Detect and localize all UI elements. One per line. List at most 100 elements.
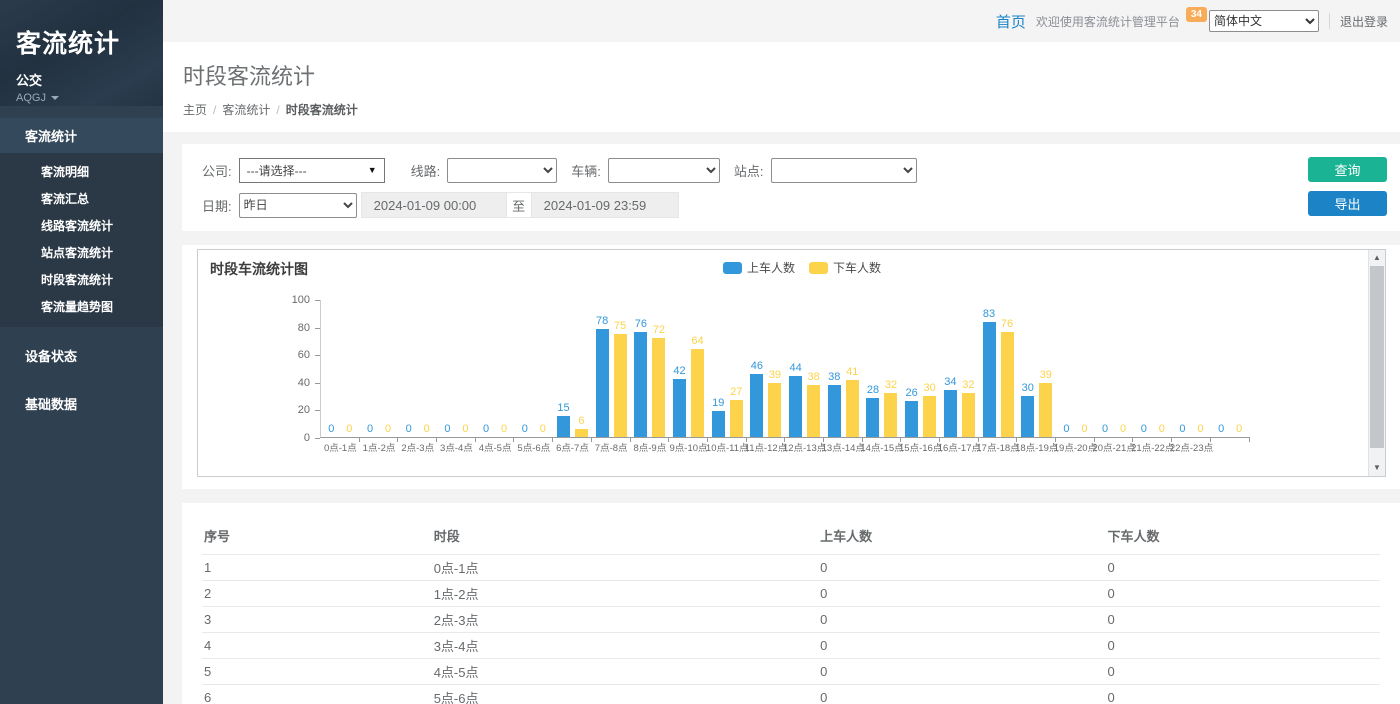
bar-wrap: 0 (459, 299, 472, 437)
sidebar-subitem-客流明细[interactable]: 客流明细 (0, 158, 163, 185)
x-tick-label: 11点-12点 (745, 440, 788, 454)
breadcrumb: 主页/客流统计/时段客流统计 (183, 101, 1380, 118)
caret-down-icon: ▼ (368, 165, 377, 175)
company-select-value: ---请选择--- (247, 162, 368, 179)
date-label: 日期: (202, 196, 232, 215)
bar-wrap: 76 (1001, 299, 1014, 437)
sidebar-subitem-客流量趋势图[interactable]: 客流量趋势图 (0, 293, 163, 320)
chart-plot: 000点-1点001点-2点002点-3点003点-4点004点-5点005点-… (320, 300, 1250, 438)
bar-value-label: 30 (1022, 382, 1034, 395)
legend-item[interactable]: 下车人数 (809, 259, 881, 276)
line-label: 线路: (411, 161, 441, 180)
table-cell: 6 (202, 685, 432, 704)
chart-category: 001点-2点 (360, 299, 399, 437)
breadcrumb-home[interactable]: 主页 (183, 103, 207, 117)
bar-group: 1927 (708, 299, 747, 437)
scroll-down-icon[interactable]: ▼ (1369, 460, 1385, 476)
chart-category: 002点-3点 (398, 299, 437, 437)
query-button[interactable]: 查询 (1308, 157, 1387, 182)
bar-wrap: 6 (575, 299, 588, 437)
chart-scrollbar[interactable]: ▲ ▼ (1368, 250, 1385, 476)
language-select[interactable]: 简体中文 (1209, 10, 1319, 32)
y-tick-mark (315, 410, 320, 411)
chart-title: 时段车流统计图 (210, 259, 308, 279)
date-to-input[interactable] (531, 192, 679, 218)
table-row: 43点-4点00 (202, 633, 1380, 659)
bar-value-label: 0 (367, 423, 373, 436)
date-from-input[interactable] (361, 192, 507, 218)
station-select[interactable] (771, 158, 917, 183)
sidebar-item-base-data[interactable]: 基础数据 (0, 384, 163, 423)
filter-panel: 公司: ---请选择--- ▼ 线路: 车辆: 站点: 日期: 昨日 (182, 144, 1400, 231)
bar-wrap: 0 (364, 299, 377, 437)
bar (866, 398, 879, 437)
chart-category: 384113点-14点 (824, 299, 863, 437)
table-cell: 0 (1106, 659, 1381, 685)
bar (905, 401, 918, 437)
bar-group: 00 (514, 299, 553, 437)
breadcrumb-section[interactable]: 客流统计 (222, 103, 270, 117)
table-row: 54点-5点00 (202, 659, 1380, 685)
y-tick-mark (315, 300, 320, 301)
chart-category: 003点-4点 (437, 299, 476, 437)
chart-category: 303918点-19点 (1017, 299, 1056, 437)
table-cell: 2 (202, 581, 432, 607)
line-select[interactable] (447, 158, 557, 183)
home-link[interactable]: 首页 (996, 11, 1026, 32)
table-row: 21点-2点00 (202, 581, 1380, 607)
bar-value-label: 27 (730, 386, 742, 399)
bar-value-label: 26 (906, 387, 918, 400)
table-cell: 3 (202, 607, 432, 633)
bar-wrap: 32 (962, 299, 975, 437)
bar-wrap: 15 (557, 299, 570, 437)
table-header-cell: 上车人数 (818, 520, 1105, 555)
x-tick-label: 5点-6点 (517, 440, 550, 454)
bar (962, 393, 975, 437)
sidebar-item-device-status[interactable]: 设备状态 (0, 336, 163, 375)
bar-wrap: 0 (1176, 299, 1189, 437)
hourly-stats-table: 序号时段上车人数下车人数 10点-1点0021点-2点0032点-3点0043点… (202, 520, 1380, 704)
bar-wrap: 83 (983, 299, 996, 437)
vehicle-select[interactable] (608, 158, 720, 183)
sidebar-subitem-客流汇总[interactable]: 客流汇总 (0, 185, 163, 212)
export-button[interactable]: 导出 (1308, 191, 1387, 216)
scrollbar-thumb[interactable] (1370, 266, 1384, 448)
bar-wrap: 0 (480, 299, 493, 437)
table-cell: 0 (1106, 555, 1381, 581)
chart-category: 463911点-12点 (747, 299, 786, 437)
company-select[interactable]: ---请选择--- ▼ (239, 158, 385, 183)
bar-value-label: 75 (614, 320, 626, 333)
logout-link[interactable]: 退出登录 (1340, 13, 1388, 30)
date-preset-select[interactable]: 昨日 (239, 193, 357, 218)
legend-swatch (809, 262, 828, 274)
bar-wrap: 39 (1039, 299, 1052, 437)
sidebar-subitem-线路客流统计[interactable]: 线路客流统计 (0, 212, 163, 239)
table-cell: 0 (1106, 685, 1381, 704)
bar-wrap: 32 (884, 299, 897, 437)
y-tick-label: 60 (298, 349, 310, 361)
bar-wrap: 42 (673, 299, 686, 437)
bar (634, 332, 647, 437)
bar (557, 416, 570, 437)
legend-item[interactable]: 上车人数 (723, 259, 795, 276)
bar-group: 00 (1133, 299, 1172, 437)
top-navbar: 首页 欢迎使用客流统计管理平台 34 简体中文 退出登录 (163, 0, 1400, 42)
table-cell: 4点-5点 (432, 659, 818, 685)
x-tick-label: 22点-23点 (1170, 440, 1213, 454)
breadcrumb-current: 时段客流统计 (286, 103, 358, 117)
sidebar-subitem-时段客流统计[interactable]: 时段客流统计 (0, 266, 163, 293)
bar-wrap: 30 (923, 299, 936, 437)
sidebar-subitem-站点客流统计[interactable]: 站点客流统计 (0, 239, 163, 266)
table-cell: 0 (818, 685, 1105, 704)
y-tick-label: 100 (292, 294, 310, 306)
scroll-up-icon[interactable]: ▲ (1369, 250, 1385, 266)
bar-wrap: 0 (420, 299, 433, 437)
bar-value-label: 0 (385, 423, 391, 436)
chart-category: 0023点-24点 (1211, 299, 1250, 437)
user-dropdown[interactable]: AQGJ (16, 92, 163, 104)
bar-wrap: 19 (712, 299, 725, 437)
bar-group: 4264 (669, 299, 708, 437)
chart-category: 283214点-15点 (863, 299, 902, 437)
sidebar-item-passenger-stats[interactable]: 客流统计 (0, 118, 163, 153)
table-cell: 0 (1106, 581, 1381, 607)
